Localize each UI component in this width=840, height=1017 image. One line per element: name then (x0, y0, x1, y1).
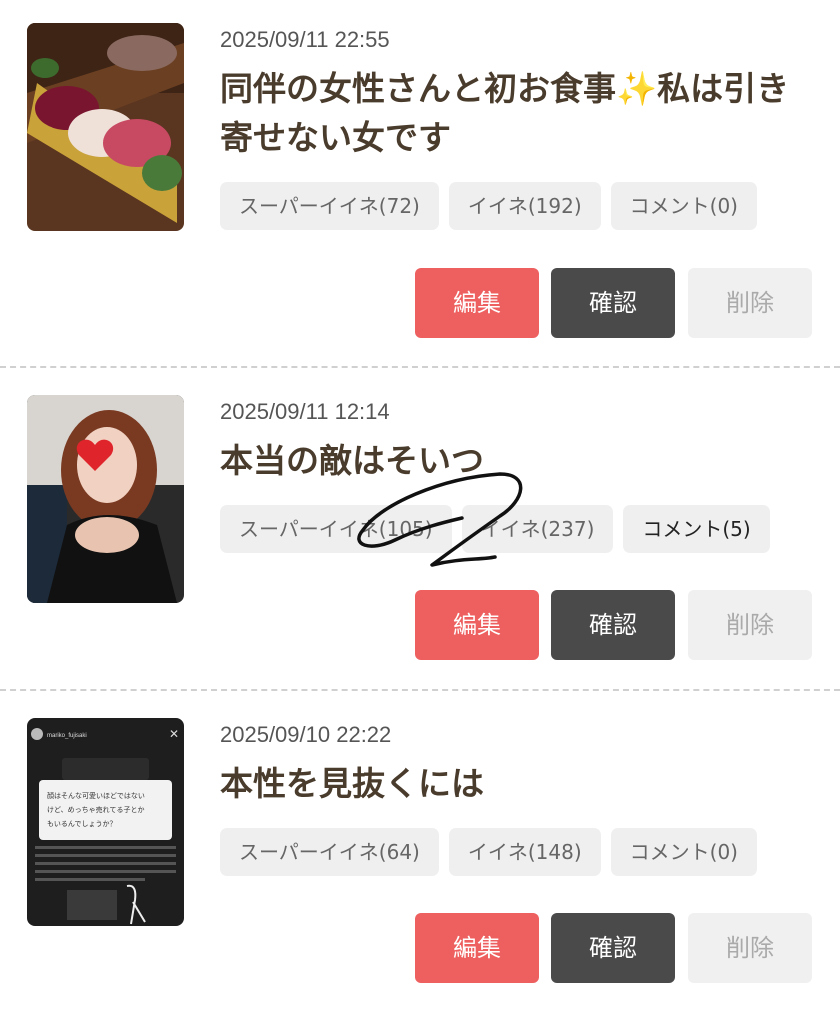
food-photo (27, 23, 184, 231)
post-datetime: 2025/09/10 22:22 (220, 722, 392, 747)
delete-button[interactable]: 削除 (688, 913, 812, 983)
edit-button[interactable]: 編集 (415, 590, 539, 660)
comment-tag[interactable]: コメント(0) (610, 182, 757, 230)
delete-button[interactable]: 削除 (688, 590, 812, 660)
super-like-tag[interactable]: スーパーイイネ(72) (220, 182, 439, 230)
post-title[interactable]: 本当の敵はそいつ (220, 436, 820, 485)
reaction-tags: スーパーイイネ(105) イイネ(237) コメント(5) (220, 505, 770, 553)
reaction-tags: スーパーイイネ(64) イイネ(148) コメント(0) (220, 828, 757, 876)
post-title[interactable]: 本性を見抜くには (220, 759, 820, 808)
post-card: 2025/09/11 22:55 同伴の女性さんと初お食事✨私は引き寄せない女で… (0, 0, 840, 338)
like-tag[interactable]: イイネ(237) (461, 505, 614, 553)
edit-button[interactable]: 編集 (415, 913, 539, 983)
comment-tag[interactable]: コメント(0) (610, 828, 757, 876)
confirm-button[interactable]: 確認 (551, 268, 675, 338)
post-divider (0, 689, 840, 691)
story-screenshot: mariko_fujisaki ✕ 顔はそんな可愛いほどではない けど、めっちゃ… (27, 718, 184, 926)
like-tag[interactable]: イイネ(192) (448, 182, 601, 230)
post-card: mariko_fujisaki ✕ 顔はそんな可愛いほどではない けど、めっちゃ… (0, 695, 840, 1017)
post-card: 2025/09/11 12:14 本当の敵はそいつ スーパーイイネ(105) イ… (0, 372, 840, 694)
comment-tag[interactable]: コメント(5) (623, 505, 770, 553)
post-thumbnail[interactable] (27, 395, 184, 603)
delete-button[interactable]: 削除 (688, 268, 812, 338)
super-like-tag[interactable]: スーパーイイネ(64) (220, 828, 439, 876)
post-datetime: 2025/09/11 12:14 (220, 399, 390, 424)
post-datetime: 2025/09/11 22:55 (220, 27, 390, 52)
portrait-photo (27, 395, 184, 603)
edit-button[interactable]: 編集 (415, 268, 539, 338)
avatar (31, 728, 43, 740)
post-title[interactable]: 同伴の女性さんと初お食事✨私は引き寄せない女です (220, 64, 820, 162)
post-thumbnail[interactable] (27, 23, 184, 231)
like-tag[interactable]: イイネ(148) (448, 828, 601, 876)
story-username: mariko_fujisaki (47, 733, 87, 739)
confirm-button[interactable]: 確認 (551, 590, 675, 660)
close-icon: ✕ (169, 727, 179, 741)
post-thumbnail[interactable]: mariko_fujisaki ✕ 顔はそんな可愛いほどではない けど、めっちゃ… (27, 718, 184, 926)
super-like-tag[interactable]: スーパーイイネ(105) (220, 505, 452, 553)
confirm-button[interactable]: 確認 (551, 913, 675, 983)
reaction-tags: スーパーイイネ(72) イイネ(192) コメント(0) (220, 182, 757, 230)
post-divider (0, 366, 840, 368)
